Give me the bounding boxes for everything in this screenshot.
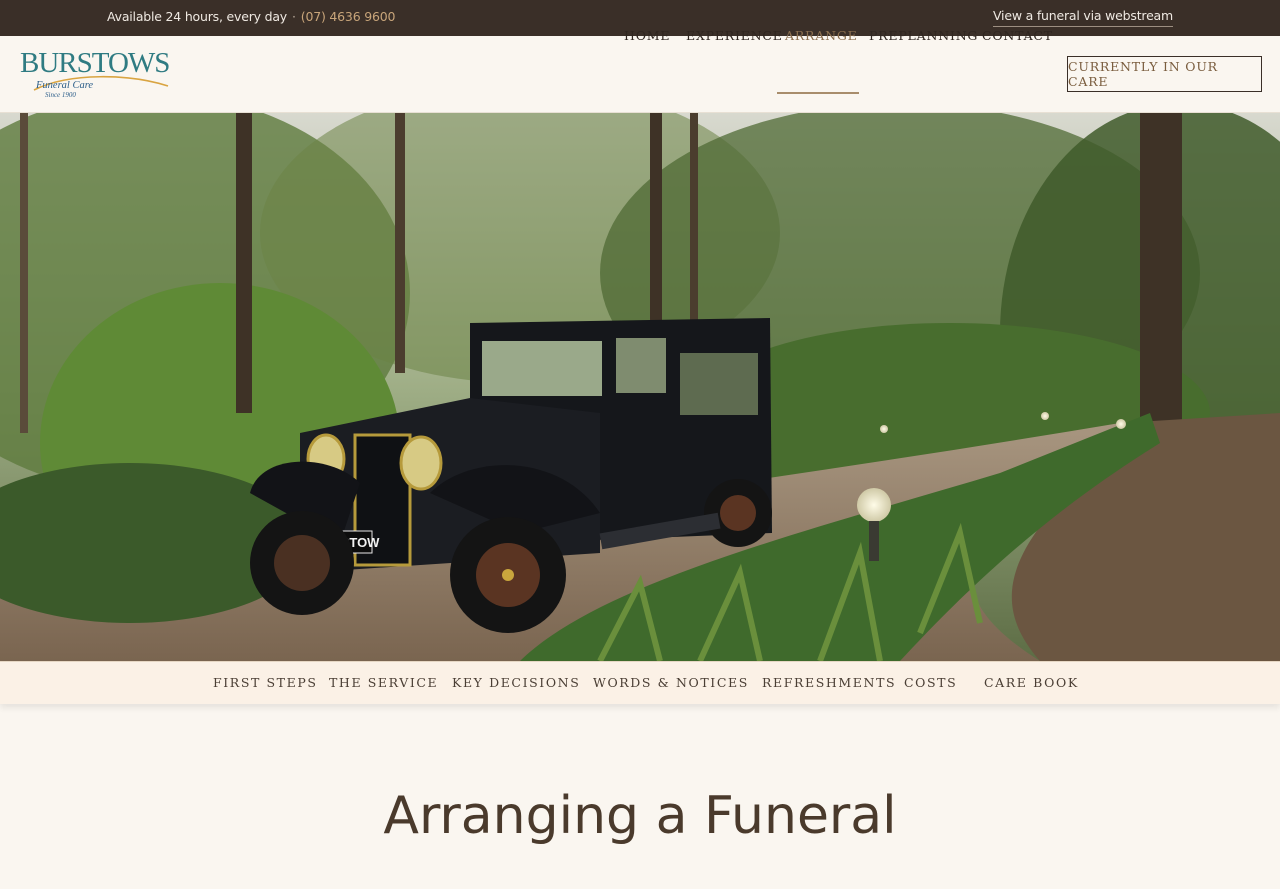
availability-text: Available 24 hours, every day · (07) 4636 … [107,9,395,24]
logo-subtitle: Funeral Care [36,80,94,91]
separator-dot: · [292,9,296,24]
subnav-costs[interactable]: COSTS [904,675,957,690]
subnav-the-service[interactable]: THE SERVICE [329,675,438,690]
subnav-first-steps[interactable]: FIRST STEPS [213,675,318,690]
subnav-refreshments[interactable]: REFRESHMENTS [762,675,896,690]
logo-since: Since 1900 [45,91,76,99]
nav-contact[interactable]: CONTACT [982,28,1053,43]
nav-preplanning[interactable]: PREPLANNING [869,28,978,43]
nav-arrange[interactable]: ARRANGE [785,28,858,43]
currently-in-our-care-button[interactable]: CURRENTLY IN OUR CARE [1067,56,1262,92]
arrange-subnav: FIRST STEPS THE SERVICE KEY DECISIONS WO… [0,661,1280,704]
vintage-hearse-image: BURSTOW [0,113,1280,661]
page-title: Arranging a Funeral [383,786,897,846]
phone-link[interactable]: (07) 4636 9600 [301,9,396,24]
subnav-words-notices[interactable]: WORDS & NOTICES [593,675,749,690]
availability-label: Available 24 hours, every day [107,9,288,24]
nav-experience[interactable]: EXPERIENCE [686,28,783,43]
webstream-link[interactable]: View a funeral via webstream [992,8,1173,27]
nav-home[interactable]: HOME [624,28,670,43]
nav-active-underline [777,92,859,94]
subnav-care-book[interactable]: CARE BOOK [984,675,1079,690]
subnav-key-decisions[interactable]: KEY DECISIONS [452,675,580,690]
hero-image: BURSTOW [0,113,1280,661]
burstows-logo[interactable]: BURSTOWS Funeral Care Since 1900 [20,48,170,100]
